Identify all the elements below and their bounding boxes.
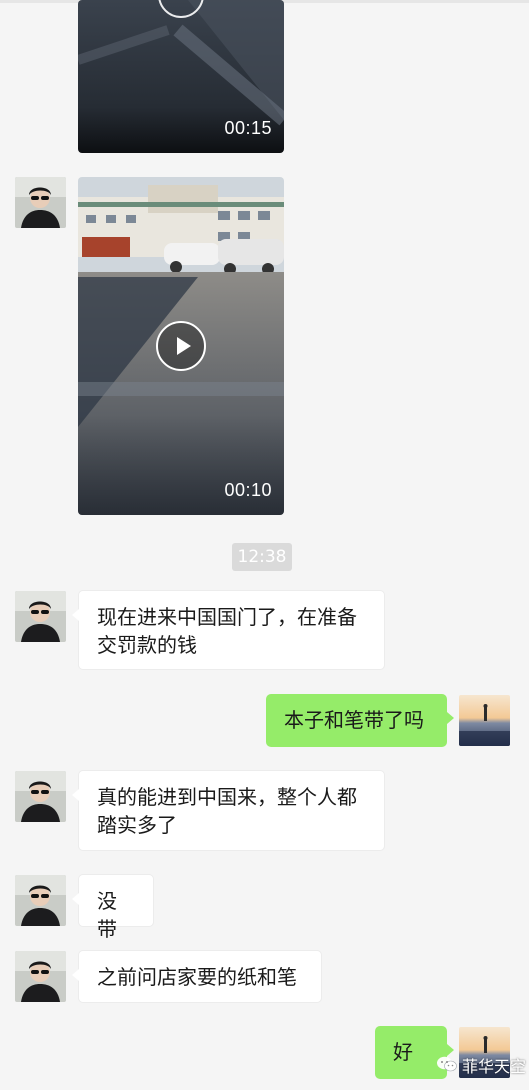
message-text: 真的能进到中国来，整个人都踏实多了 (97, 785, 357, 837)
message-text: 之前问店家要的纸和笔 (97, 965, 297, 989)
message-text: 本子和笔带了吗 (284, 708, 424, 732)
time-divider: 12:38 (232, 543, 292, 571)
message-bubble-incoming[interactable]: 没带 (72, 874, 154, 941)
message-bubble-outgoing[interactable]: 本子和笔带了吗 (266, 694, 454, 747)
message-bubble-incoming[interactable]: 现在进来中国国门了，在准备交罚款的钱 (72, 590, 385, 670)
message-text: 没带 (97, 889, 117, 941)
avatar-contact[interactable] (15, 875, 66, 926)
wechat-official-account-icon (436, 1055, 458, 1080)
video-message-2[interactable]: 00:10 (78, 177, 284, 515)
message-text: 好 (393, 1040, 413, 1064)
watermark-text: 菲华天空 (462, 1057, 527, 1076)
video-message-1[interactable]: 00:15 (78, 0, 284, 153)
message-text: 现在进来中国国门了，在准备交罚款的钱 (97, 605, 357, 657)
message-bubble-incoming[interactable]: 之前问店家要的纸和笔 (72, 950, 322, 1003)
avatar-self[interactable] (459, 695, 510, 746)
video-duration-1: 00:15 (224, 118, 272, 138)
watermark: 菲华天空 (436, 1055, 526, 1079)
video-duration-2: 00:10 (224, 480, 272, 500)
avatar-contact[interactable] (15, 771, 66, 822)
avatar-contact[interactable] (15, 591, 66, 642)
message-bubble-incoming[interactable]: 真的能进到中国来，整个人都踏实多了 (72, 770, 385, 851)
avatar-contact[interactable] (15, 951, 66, 1002)
avatar-contact[interactable] (15, 177, 66, 228)
play-button[interactable] (156, 321, 206, 371)
